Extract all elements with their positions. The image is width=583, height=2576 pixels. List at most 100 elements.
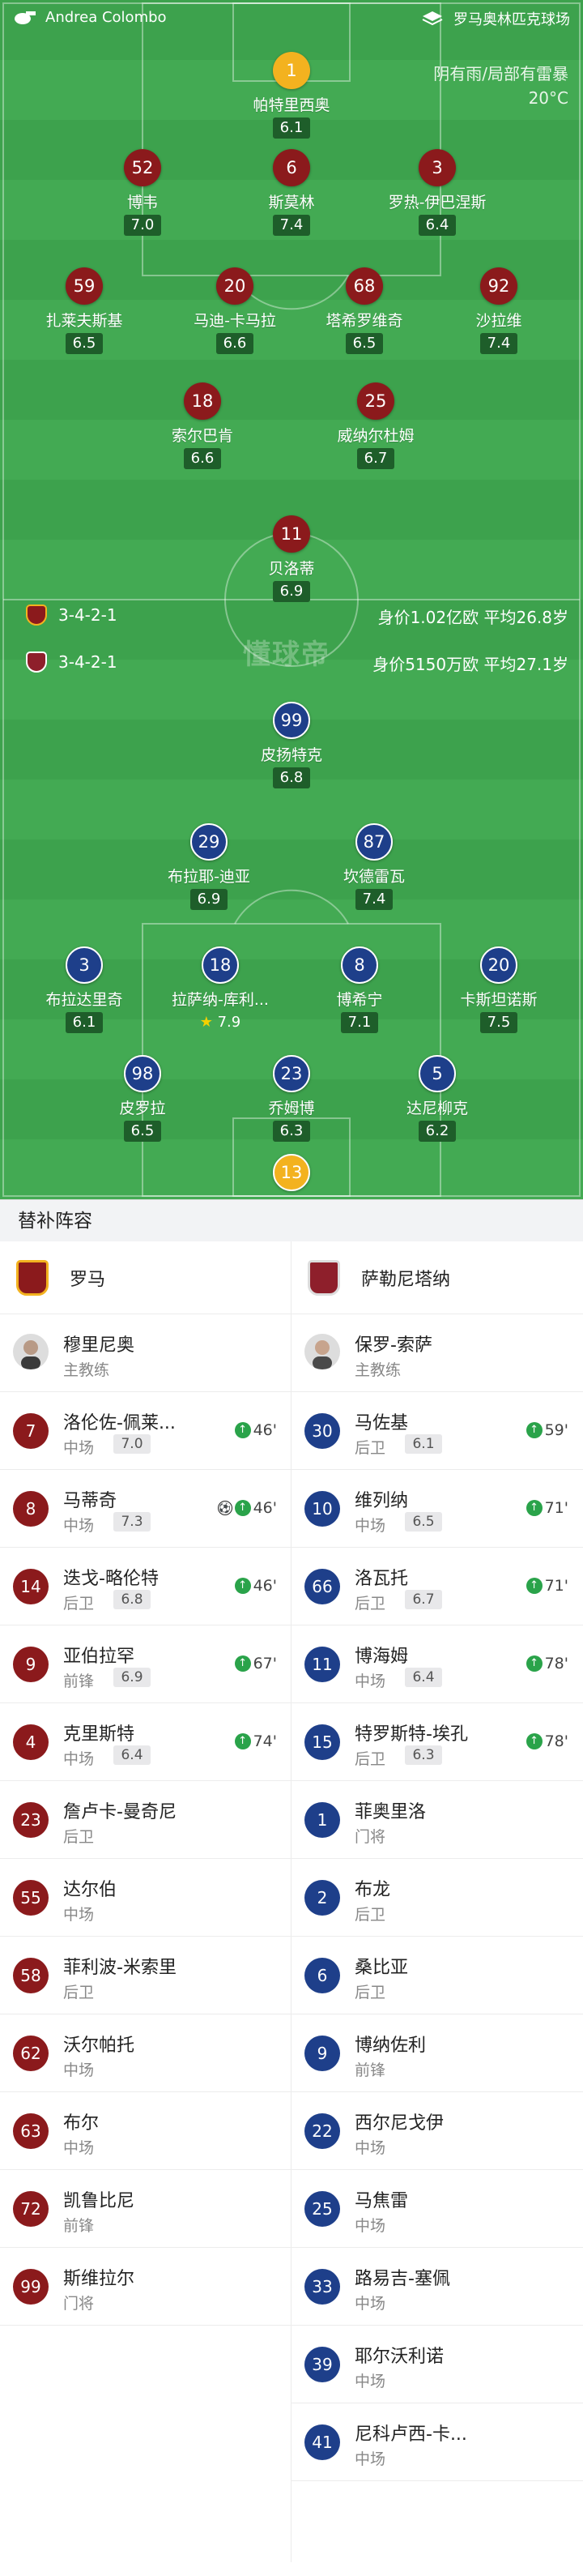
player-home-11[interactable]: 11 贝洛蒂 6.9 [223, 515, 360, 602]
rating-wrap: 6.8 [223, 765, 360, 788]
bench-row[interactable]: 63 布尔 中场 [0, 2092, 292, 2170]
bench-number: 1 [304, 1802, 340, 1838]
bench-row[interactable]: 72 凯鲁比尼 前锋 [0, 2170, 292, 2248]
player-name: 坎德雷瓦 [343, 868, 405, 886]
home-coach-row[interactable]: 穆里尼奥 主教练 [0, 1314, 292, 1392]
bench-row[interactable]: 4 克里斯特 中场 6.4 ↑ 74' [0, 1703, 292, 1781]
bench-player-name: 菲利波-米索里 [63, 1958, 177, 1978]
bench-row[interactable]: 11 博海姆 中场 6.4 ↑ 78' [292, 1625, 583, 1703]
player-name: 皮罗拉 [119, 1100, 166, 1117]
bench-position: 中场 [355, 2139, 386, 2157]
bench-row[interactable]: 39 耶尔沃利诺 中场 [292, 2326, 583, 2403]
away-formation: 3-4-2-1 [58, 652, 117, 672]
player-away-23[interactable]: 23 乔姆博 6.3 [223, 1055, 360, 1142]
coach-name: 穆里尼奥 [63, 1335, 135, 1356]
player-away-5[interactable]: 5 达尼柳克 6.2 [368, 1055, 506, 1142]
bench-number: 6 [304, 1958, 340, 1993]
jersey-number: 20 [480, 946, 517, 984]
player-away-99[interactable]: 99 皮扬特克 6.8 [223, 702, 360, 788]
player-away-29[interactable]: 29 布拉耶-迪亚 6.9 [140, 823, 278, 910]
bench-row[interactable]: 41 尼科卢西-卡... 中场 [292, 2403, 583, 2481]
bench-number: 22 [304, 2113, 340, 2149]
bench-player-name: 尼科卢西-卡... [355, 2424, 467, 2445]
bench-row[interactable]: 25 马焦雷 中场 [292, 2170, 583, 2248]
bench-row[interactable]: 66 洛瓦托 后卫 6.7 ↑ 71' [292, 1548, 583, 1625]
bench-row[interactable]: 15 特罗斯特-埃孔 后卫 6.3 ↑ 78' [292, 1703, 583, 1781]
player-home-3[interactable]: 3 罗热-伊巴涅斯 6.4 [368, 149, 506, 236]
sub-in-icon: ↑ [526, 1578, 543, 1594]
player-away-20[interactable]: 20 卡斯坦诺斯 7.5 [430, 946, 568, 1033]
player-rating: 7.1 [341, 1012, 378, 1033]
player-name: 博希宁 [336, 991, 383, 1009]
bench-row[interactable]: 9 博纳佐利 前锋 [292, 2014, 583, 2092]
player-home-20[interactable]: 20 马迪-卡马拉 6.6 [166, 267, 304, 354]
bench-number: 11 [304, 1647, 340, 1682]
sub-in-time: 78' [544, 1655, 568, 1672]
bench-player-name: 西尔尼戈伊 [355, 2113, 445, 2134]
player-away-8[interactable]: 8 博希宁 7.1 [291, 946, 428, 1033]
bench-row[interactable]: 1 菲奥里洛 门将 [292, 1781, 583, 1859]
bench-row[interactable]: 14 迭戈-略伦特 后卫 6.8 ↑ 46' [0, 1548, 292, 1625]
referee-name: Andrea Colombo [45, 8, 167, 26]
bench-row[interactable]: 62 沃尔帕托 中场 [0, 2014, 292, 2092]
bench-row[interactable]: 58 菲利波-米索里 后卫 [0, 1937, 292, 2014]
rating-wrap: 6.5 [296, 331, 433, 354]
sub-in-time: 74' [253, 1732, 277, 1750]
player-rating: 6.9 [273, 581, 310, 602]
away-coach-row[interactable]: 保罗-索萨 主教练 [292, 1314, 583, 1392]
bench-number: 99 [13, 2269, 49, 2305]
bench-player-name: 耶尔沃利诺 [355, 2347, 445, 2367]
jersey-number: 68 [346, 267, 383, 305]
bench-player-name: 达尔伯 [63, 1880, 117, 1900]
player-away-98[interactable]: 98 皮罗拉 6.5 [74, 1055, 211, 1142]
bench-row[interactable]: 2 布龙 后卫 [292, 1859, 583, 1937]
rating-wrap: 7.4 [223, 212, 360, 236]
jersey-number: 13 [273, 1154, 310, 1191]
player-away-13[interactable]: 13奥乔亚6.4 [223, 1154, 360, 1199]
player-away-3[interactable]: 3 布拉达里奇 6.1 [15, 946, 153, 1033]
player-home-52[interactable]: 52 博韦 7.0 [74, 149, 211, 236]
bench-row[interactable]: 30 马佐基 后卫 6.1 ↑ 59' [292, 1392, 583, 1470]
rating-wrap: 6.7 [307, 446, 445, 469]
bench-row[interactable]: 8 马蒂奇 中场 7.3 ⚽ ↑ 46' [0, 1470, 292, 1548]
bench-row[interactable]: 23 詹卢卡-曼奇尼 后卫 [0, 1781, 292, 1859]
sub-in-badge: ↑ 46' [234, 1577, 277, 1595]
bench-row[interactable]: 6 桑比亚 后卫 [292, 1937, 583, 2014]
player-home-1[interactable]: 1 帕特里西奥 6.1 [223, 52, 360, 139]
bench-position: 中场 [63, 1906, 95, 1924]
bench-row[interactable]: 99 斯维拉尔 门将 [0, 2248, 292, 2326]
player-home-18[interactable]: 18 索尔巴肯 6.6 [134, 382, 271, 469]
bench-row[interactable]: 33 路易吉-塞佩 中场 [292, 2248, 583, 2326]
bench-number: 23 [13, 1802, 49, 1838]
sub-in-icon: ↑ [234, 1422, 251, 1438]
bench-row[interactable]: 55 达尔伯 中场 [0, 1859, 292, 1937]
player-home-92[interactable]: 92 沙拉维 7.4 [430, 267, 568, 354]
sub-in-badge: ↑ 78' [526, 1655, 568, 1672]
player-rating: 7.4 [273, 215, 310, 236]
player-away-87[interactable]: 87 坎德雷瓦 7.4 [305, 823, 443, 910]
bench-number: 72 [13, 2191, 49, 2227]
bench-row[interactable]: 10 维列纳 中场 6.5 ↑ 71' [292, 1470, 583, 1548]
bench-number: 25 [304, 2191, 340, 2227]
player-away-18[interactable]: 18 拉萨纳-库利... ★ 7.9 [151, 946, 289, 1033]
bench-row[interactable]: 9 亚伯拉罕 前锋 6.9 ↑ 67' [0, 1625, 292, 1703]
home-team-summary: 3-4-2-1 身价1.02亿欧 平均26.8岁 [0, 601, 583, 629]
bench-number: 9 [13, 1647, 49, 1682]
bench-position: 门将 [355, 1828, 386, 1846]
sub-in-time: 71' [544, 1577, 568, 1595]
player-rating: 6.1 [66, 1012, 103, 1033]
player-home-6[interactable]: 6 斯莫林 7.4 [223, 149, 360, 236]
bench-rating: 6.1 [405, 1434, 442, 1454]
bench-row[interactable]: 22 西尔尼戈伊中场 [292, 2092, 583, 2170]
player-home-59[interactable]: 59 扎莱夫斯基 6.5 [15, 267, 153, 354]
bench-number: 8 [13, 1491, 49, 1527]
player-home-25[interactable]: 25 威纳尔杜姆 6.7 [307, 382, 445, 469]
sub-in-time: 67' [253, 1655, 277, 1672]
rating-wrap: 7.4 [430, 331, 568, 354]
bench-row[interactable]: 7 洛伦佐-佩莱... 中场 7.0 ↑ 46' [0, 1392, 292, 1470]
bench-number: 7 [13, 1413, 49, 1449]
player-name: 乔姆博 [268, 1100, 315, 1117]
player-home-68[interactable]: 68 塔希罗维奇 6.5 [296, 267, 433, 354]
star-icon: ★ [199, 1014, 218, 1031]
player-rating: ★ 7.9 [195, 1012, 246, 1033]
